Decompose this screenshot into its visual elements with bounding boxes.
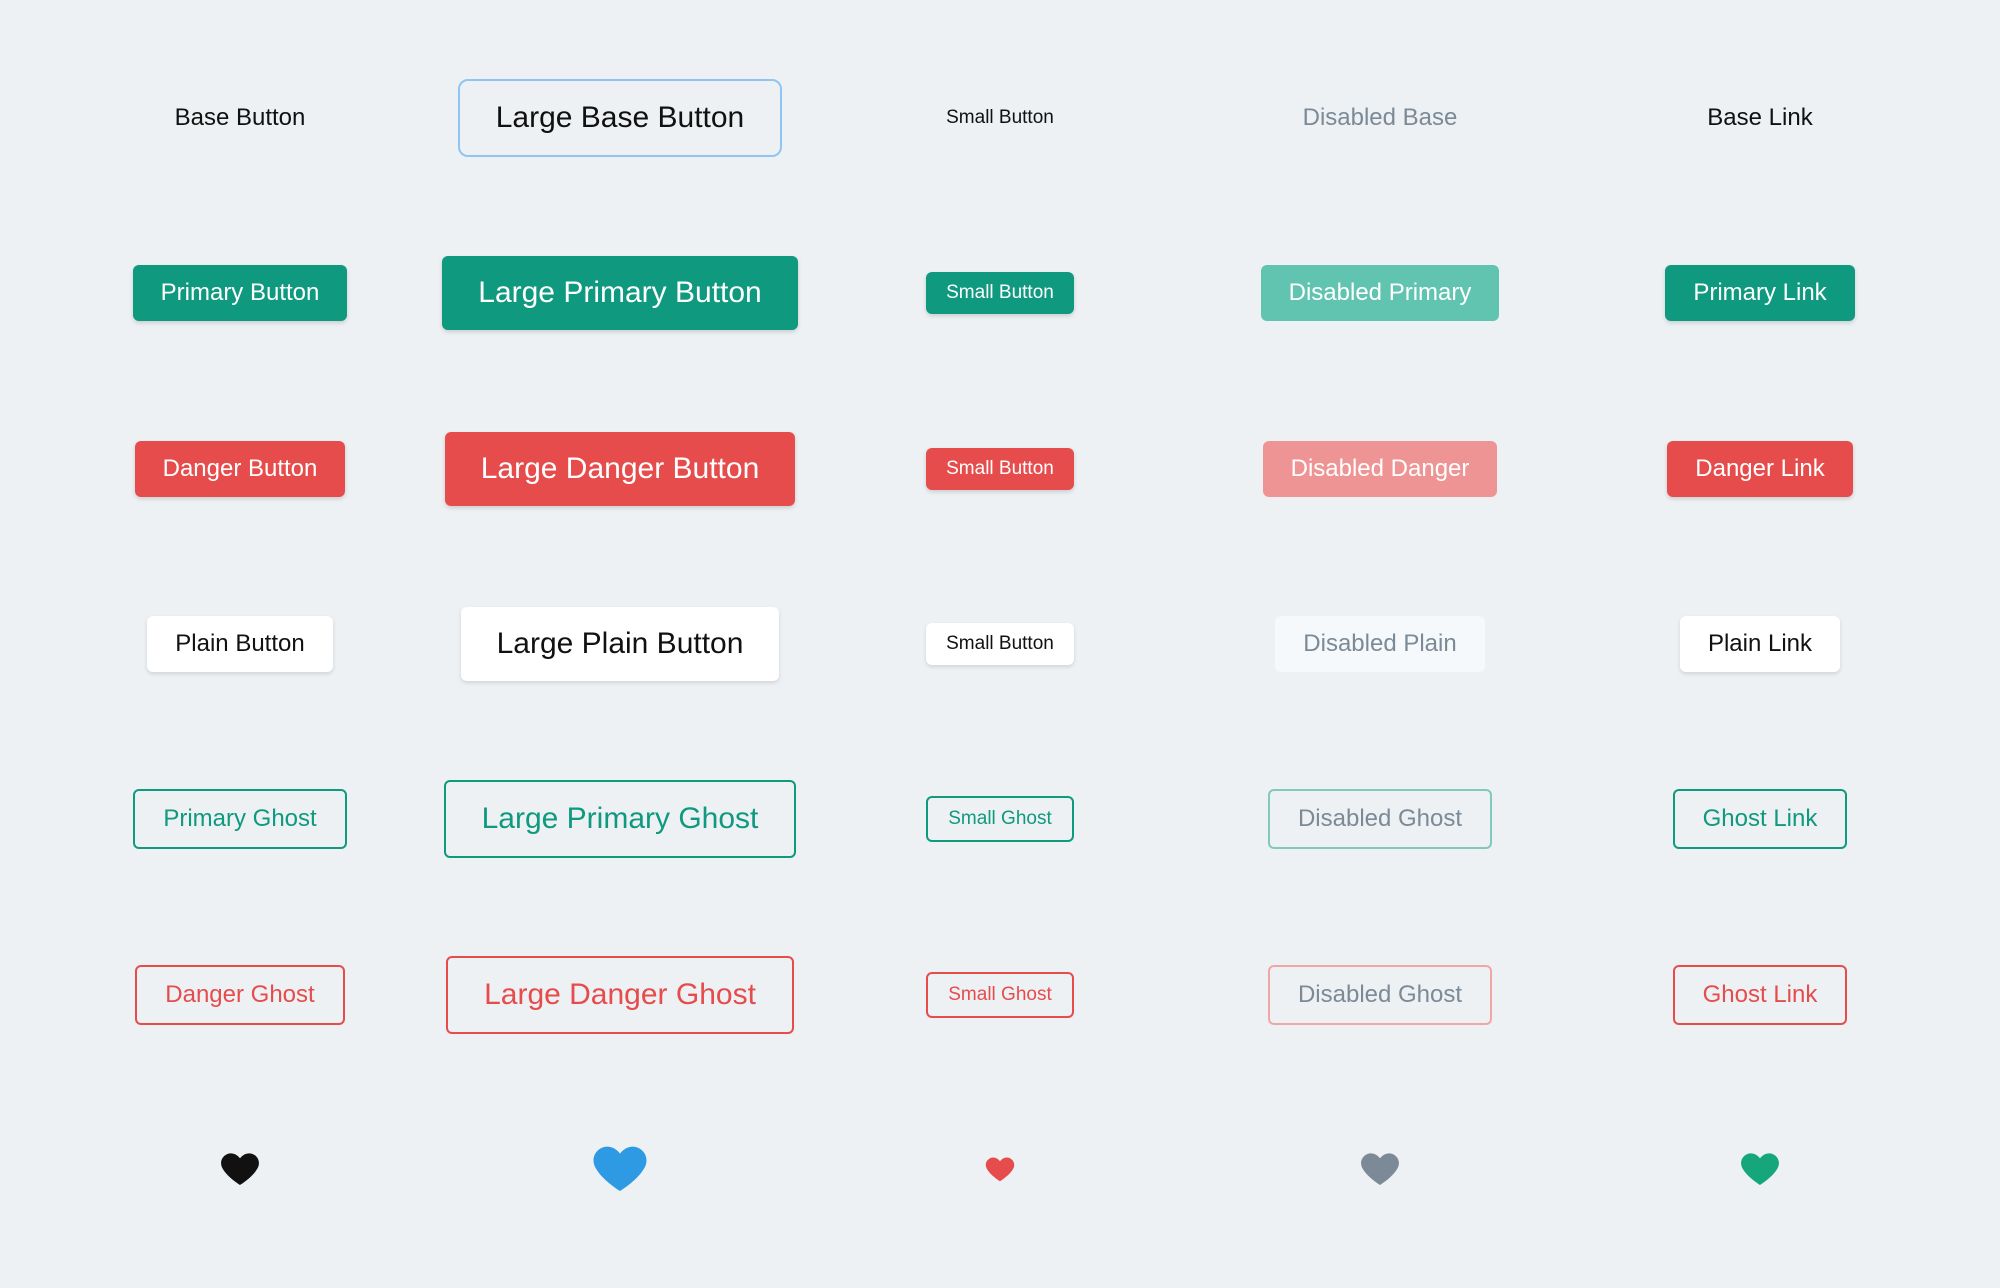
danger-link[interactable]: Danger Link xyxy=(1667,441,1852,497)
primary-ghost-link[interactable]: Ghost Link xyxy=(1673,789,1848,849)
heart-icon-button-blue[interactable] xyxy=(584,1134,656,1206)
small-danger-button[interactable]: Small Button xyxy=(926,448,1074,490)
disabled-primary-ghost-button: Disabled Ghost xyxy=(1268,789,1492,849)
heart-icon xyxy=(1740,1150,1780,1190)
heart-icon-button-disabled xyxy=(1352,1142,1408,1198)
primary-link[interactable]: Primary Link xyxy=(1665,265,1854,321)
heart-icon-button-red[interactable] xyxy=(977,1147,1023,1193)
danger-ghost-link[interactable]: Ghost Link xyxy=(1673,965,1848,1025)
danger-button[interactable]: Danger Button xyxy=(135,441,346,497)
plain-button[interactable]: Plain Button xyxy=(147,616,332,672)
heart-icon-button-black[interactable] xyxy=(212,1142,268,1198)
base-link[interactable]: Base Link xyxy=(1679,90,1840,146)
small-primary-ghost-button[interactable]: Small Ghost xyxy=(926,796,1073,842)
disabled-danger-ghost-button: Disabled Ghost xyxy=(1268,965,1492,1025)
disabled-base-button: Disabled Base xyxy=(1275,90,1486,146)
plain-link[interactable]: Plain Link xyxy=(1680,616,1840,672)
disabled-danger-button: Disabled Danger xyxy=(1263,441,1498,497)
disabled-plain-button: Disabled Plain xyxy=(1275,616,1484,672)
base-button[interactable]: Base Button xyxy=(147,90,334,146)
small-primary-button[interactable]: Small Button xyxy=(926,272,1074,314)
button-showcase-grid: Base Button Large Base Button Small Butt… xyxy=(60,40,1940,1248)
heart-icon xyxy=(592,1142,648,1198)
large-plain-button[interactable]: Large Plain Button xyxy=(461,607,780,681)
primary-ghost-button[interactable]: Primary Ghost xyxy=(133,789,346,849)
small-plain-button[interactable]: Small Button xyxy=(926,623,1074,665)
large-primary-button[interactable]: Large Primary Button xyxy=(442,256,797,330)
large-danger-ghost-button[interactable]: Large Danger Ghost xyxy=(446,956,794,1034)
disabled-primary-button: Disabled Primary xyxy=(1261,265,1500,321)
small-danger-ghost-button[interactable]: Small Ghost xyxy=(926,972,1073,1018)
heart-icon-button-green[interactable] xyxy=(1732,1142,1788,1198)
large-primary-ghost-button[interactable]: Large Primary Ghost xyxy=(444,780,797,858)
large-danger-button[interactable]: Large Danger Button xyxy=(445,432,796,506)
primary-button[interactable]: Primary Button xyxy=(133,265,348,321)
danger-ghost-button[interactable]: Danger Ghost xyxy=(135,965,344,1025)
large-base-button[interactable]: Large Base Button xyxy=(458,79,783,157)
small-base-button[interactable]: Small Button xyxy=(926,97,1074,139)
heart-icon xyxy=(985,1155,1015,1185)
heart-icon xyxy=(220,1150,260,1190)
heart-icon xyxy=(1360,1150,1400,1190)
